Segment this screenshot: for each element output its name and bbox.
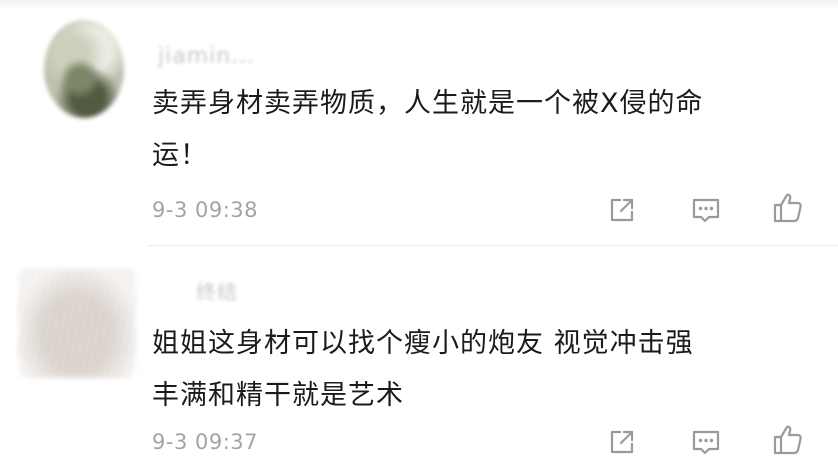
reply-icon[interactable] [688, 192, 724, 228]
comment-timestamp: 9-3 09:37 [152, 430, 258, 454]
comment-timestamp: 9-3 09:38 [152, 198, 258, 222]
comment-text-line: 姐姐这身材可以找个瘦小的炮友 视觉冲击强 [152, 328, 694, 359]
comment-item: jiamin... 卖弄身材卖弄物质，人生就是一个被X侵的命 运！ 9-3 09… [0, 0, 838, 246]
reply-icon[interactable] [688, 424, 724, 460]
username[interactable]: 终结 [196, 276, 238, 305]
share-icon[interactable] [604, 424, 640, 460]
avatar[interactable] [18, 268, 136, 378]
like-icon[interactable] [770, 422, 806, 458]
comment-text: 卖弄身材卖弄物质，人生就是一个被X侵的命 运！ [152, 78, 812, 182]
like-icon[interactable] [770, 190, 806, 226]
avatar[interactable] [44, 20, 124, 118]
comment-text-line: 运！ [152, 140, 208, 171]
comment-text: 姐姐这身材可以找个瘦小的炮友 视觉冲击强 丰满和精干就是艺术 [152, 318, 812, 422]
share-icon[interactable] [604, 192, 640, 228]
comment-text-line: 卖弄身材卖弄物质，人生就是一个被X侵的命 [152, 88, 704, 119]
comment-text-line: 丰满和精干就是艺术 [152, 380, 404, 411]
username[interactable]: jiamin... [158, 44, 255, 69]
